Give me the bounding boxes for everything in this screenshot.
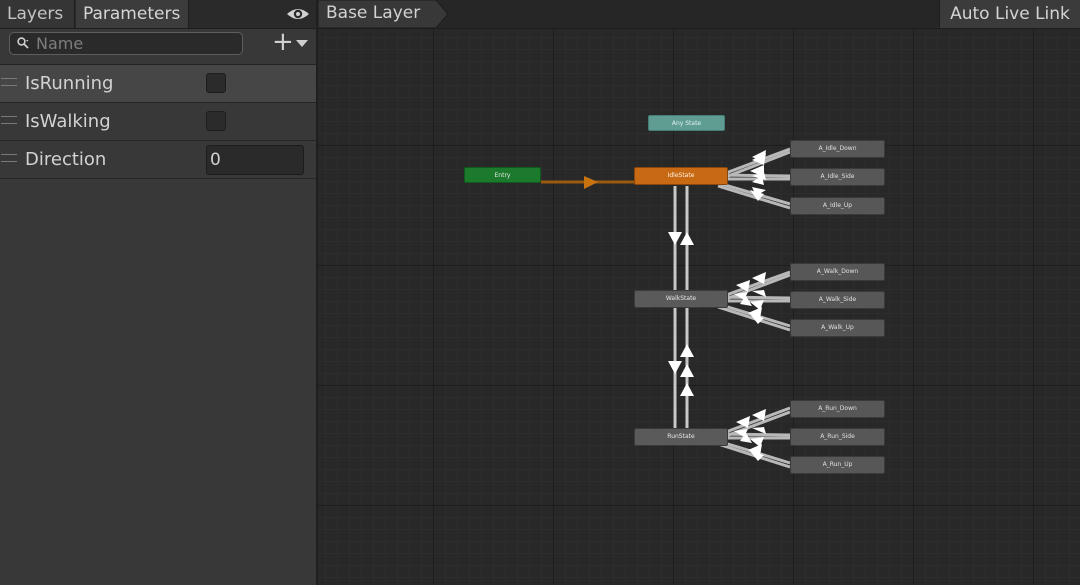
parameters-panel: Layers Parameters + IsRunning xyxy=(0,0,316,585)
tab-layers[interactable]: Layers xyxy=(0,0,75,28)
panel-tabbar: Layers Parameters xyxy=(0,0,316,29)
parameter-list: IsRunning IsWalking Direction xyxy=(0,65,316,179)
parameter-name[interactable]: Direction xyxy=(25,149,106,171)
search-input[interactable] xyxy=(36,34,236,53)
node-clip-run-side[interactable]: A_Run_Side xyxy=(790,428,885,446)
parameter-row-direction[interactable]: Direction xyxy=(0,141,316,179)
parameter-bool-checkbox[interactable] xyxy=(206,73,226,93)
parameter-row-iswalking[interactable]: IsWalking xyxy=(0,103,316,141)
drag-handle-icon[interactable] xyxy=(1,154,17,162)
tab-parameters[interactable]: Parameters xyxy=(76,0,189,28)
node-run-state[interactable]: RunState xyxy=(634,428,728,446)
parameter-name[interactable]: IsWalking xyxy=(25,111,111,133)
drag-handle-icon[interactable] xyxy=(1,78,17,86)
parameter-float-field[interactable] xyxy=(206,145,304,175)
node-idle-state[interactable]: IdleState xyxy=(634,167,728,185)
eye-icon xyxy=(287,9,309,19)
search-icon xyxy=(17,37,29,49)
node-clip-run-up[interactable]: A_Run_Up xyxy=(790,456,885,474)
node-clip-walk-up[interactable]: A_Walk_Up xyxy=(790,319,885,337)
parameters-toolbar: + xyxy=(0,27,316,65)
search-field[interactable] xyxy=(9,32,243,55)
node-walk-state[interactable]: WalkState xyxy=(634,290,728,308)
node-clip-run-down[interactable]: A_Run_Down xyxy=(790,400,885,418)
node-entry[interactable]: Entry xyxy=(464,167,541,183)
parameter-bool-checkbox[interactable] xyxy=(206,111,226,131)
node-clip-walk-side[interactable]: A_Walk_Side xyxy=(790,291,885,309)
chevron-down-icon xyxy=(296,40,308,47)
drag-handle-icon[interactable] xyxy=(1,116,17,124)
auto-live-link-button[interactable]: Auto Live Link xyxy=(939,0,1080,28)
node-clip-idle-down[interactable]: A_Idle_Down xyxy=(790,140,885,158)
parameter-row-isrunning[interactable]: IsRunning xyxy=(0,65,316,103)
node-any-state[interactable]: Any State xyxy=(648,115,725,131)
node-clip-idle-side[interactable]: A_Idle_Side xyxy=(790,168,885,186)
node-clip-walk-down[interactable]: A_Walk_Down xyxy=(790,263,885,281)
add-parameter-button[interactable]: + xyxy=(270,27,312,57)
visibility-toggle-button[interactable] xyxy=(285,4,311,24)
node-clip-idle-up[interactable]: A_Idle_Up xyxy=(790,197,885,215)
plus-icon: + xyxy=(272,27,294,57)
graph-header: Base Layer Auto Live Link xyxy=(318,0,1080,29)
breadcrumb-base-layer[interactable]: Base Layer xyxy=(326,3,420,23)
parameter-name[interactable]: IsRunning xyxy=(25,73,113,95)
